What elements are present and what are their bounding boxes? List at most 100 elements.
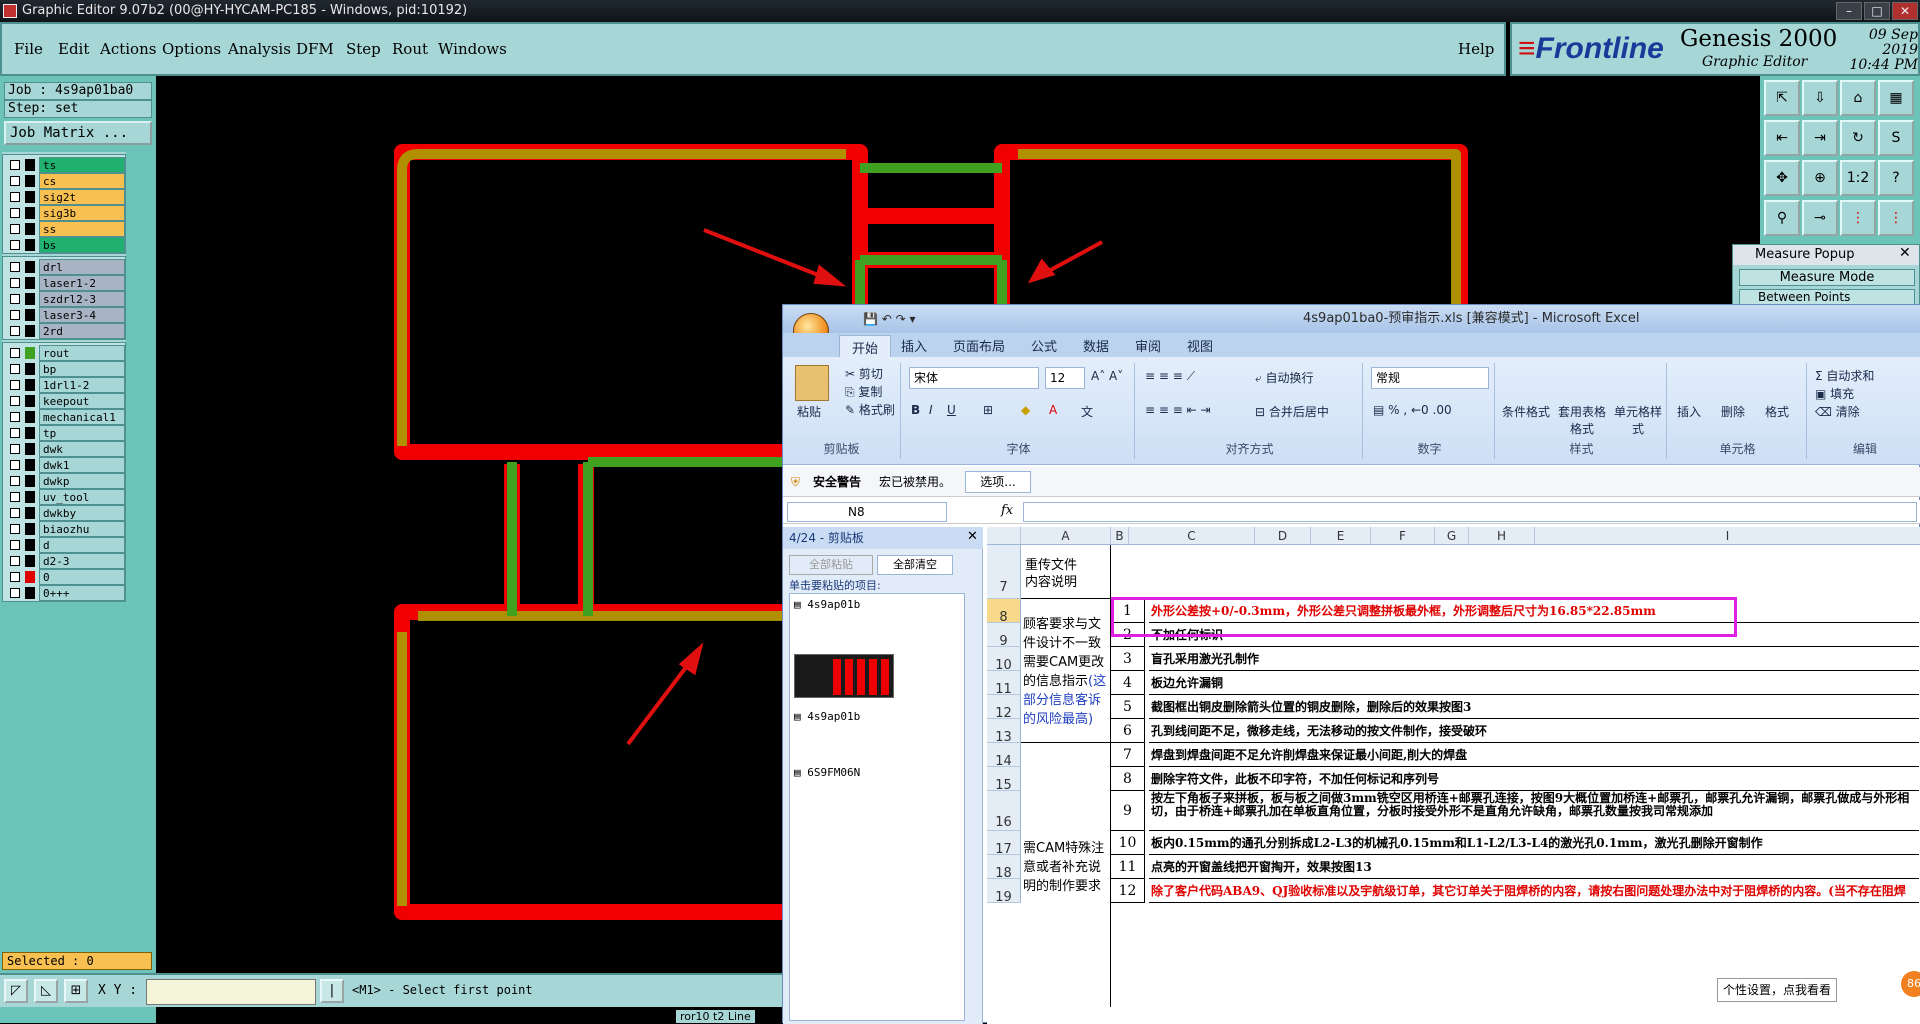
tab-insert[interactable]: 插入 — [901, 336, 927, 355]
layer-name[interactable]: dwkp — [39, 473, 125, 489]
security-options-button[interactable]: 选项... — [965, 471, 1031, 493]
clip-item-3[interactable]: ▤ 6S9FM06N — [794, 766, 860, 779]
row-header[interactable]: 11 — [987, 671, 1021, 697]
measure-option[interactable]: Between Points — [1739, 289, 1915, 305]
layer-name[interactable]: 1drl1-2 — [39, 377, 125, 393]
close-button[interactable]: ✕ — [1892, 2, 1918, 20]
row-header[interactable]: 18 — [987, 855, 1021, 881]
fill-button[interactable]: ▣ 填充 — [1815, 385, 1854, 402]
item-text[interactable]: 删除字符文件，此板不印字符，不加任何标记和序列号 — [1149, 767, 1919, 791]
layer-checkbox[interactable] — [10, 556, 20, 566]
layer-checkbox[interactable] — [10, 588, 20, 598]
layer-checkbox[interactable] — [10, 192, 20, 202]
row-header[interactable]: 7 — [987, 545, 1021, 599]
layer-name[interactable]: dwk — [39, 441, 125, 457]
layer-checkbox[interactable] — [10, 310, 20, 320]
menu-options[interactable]: Options — [162, 40, 221, 58]
item-text[interactable]: 截图框出铜皮删除箭头位置的铜皮删除，删除后的效果按图3 — [1149, 695, 1919, 719]
download-icon[interactable]: ⇩ — [1802, 80, 1838, 116]
merge-center-button[interactable]: ⊟ 合并后居中 — [1255, 403, 1329, 420]
layer-row[interactable]: rout — [7, 345, 125, 361]
layer-color-swatch[interactable] — [25, 459, 35, 471]
tab-review[interactable]: 审阅 — [1135, 336, 1161, 355]
notification-badge[interactable]: 86 — [1901, 971, 1920, 997]
underline-icon[interactable]: U — [947, 403, 956, 417]
cell-a13[interactable]: 需CAM特殊注意或者补充说明的制作要求 — [1021, 743, 1111, 1007]
menu-windows[interactable]: Windows — [438, 40, 507, 58]
item-text[interactable]: 板边允许漏铜 — [1149, 671, 1919, 695]
wrap-text-button[interactable]: ⤶ 自动换行 — [1255, 369, 1314, 386]
fit-icon[interactable]: ✥ — [1764, 160, 1800, 196]
layer-color-swatch[interactable] — [25, 411, 35, 423]
select-icon[interactable]: ◸ — [4, 979, 28, 1003]
row-header[interactable]: 17 — [987, 831, 1021, 857]
layer-color-swatch[interactable] — [25, 325, 35, 337]
column-header[interactable]: A — [1021, 527, 1111, 545]
font-color-icon[interactable]: A — [1049, 403, 1057, 417]
pan-right-icon[interactable]: ⇥ — [1802, 120, 1838, 156]
layer-checkbox[interactable] — [10, 224, 20, 234]
layer-row[interactable]: ts — [7, 157, 125, 173]
format-painter-button[interactable]: ✎ 格式刷 — [845, 401, 895, 418]
layer-color-swatch[interactable] — [25, 159, 35, 171]
fx-icon[interactable]: fx — [1001, 503, 1013, 518]
window-icon[interactable]: ▦ — [1878, 80, 1914, 116]
tab-page-layout[interactable]: 页面布局 — [953, 336, 1005, 355]
help-icon[interactable]: ? — [1878, 160, 1914, 196]
menu-file[interactable]: File — [14, 40, 43, 58]
center-icon[interactable]: ⊕ — [1802, 160, 1838, 196]
layer-color-swatch[interactable] — [25, 427, 35, 439]
layer-color-swatch[interactable] — [25, 261, 35, 273]
layer-name[interactable]: sig3b — [39, 205, 125, 221]
clip-item-1[interactable]: ▤ 4s9ap01b — [794, 598, 860, 611]
clip-item-image[interactable] — [794, 654, 894, 698]
item-number[interactable]: 9 — [1111, 791, 1145, 831]
maximize-button[interactable]: □ — [1864, 2, 1890, 20]
font-grow-icon[interactable]: A˄ A˅ — [1091, 369, 1123, 383]
fill-color-icon[interactable]: ◆ — [1021, 403, 1030, 417]
minimize-button[interactable]: – — [1836, 2, 1862, 20]
layer-name[interactable]: ss — [39, 221, 125, 237]
measure-icon[interactable]: ⚲ — [1764, 200, 1800, 236]
paste-button[interactable]: 粘贴 — [797, 403, 821, 420]
layer-checkbox[interactable] — [10, 294, 20, 304]
item-number[interactable]: 3 — [1111, 647, 1145, 671]
layer-name[interactable]: szdrl2-3 — [39, 291, 125, 307]
layer-checkbox[interactable] — [10, 444, 20, 454]
row-header[interactable]: 16 — [987, 791, 1021, 831]
layer-checkbox[interactable] — [10, 380, 20, 390]
delete-button[interactable]: 删除 — [1721, 403, 1745, 420]
layer-checkbox[interactable] — [10, 278, 20, 288]
conditional-format-button[interactable]: 条件格式 — [1501, 403, 1551, 420]
layer-name[interactable]: 0+++ — [39, 585, 125, 601]
xy-input[interactable] — [146, 979, 316, 1005]
layer-color-swatch[interactable] — [25, 523, 35, 535]
layer-name[interactable]: uv_tool — [39, 489, 125, 505]
layer-name[interactable]: biaozhu — [39, 521, 125, 537]
layer-color-swatch[interactable] — [25, 347, 35, 359]
column-header[interactable]: H — [1469, 527, 1535, 545]
layer-name[interactable]: dwk1 — [39, 457, 125, 473]
layer-name[interactable]: drl — [39, 259, 125, 275]
scale-icon[interactable]: 1:2 — [1840, 160, 1876, 196]
layer-color-swatch[interactable] — [25, 239, 35, 251]
personalize-tooltip[interactable]: 个性设置，点我看看 — [1717, 978, 1837, 1002]
cursor-icon[interactable]: | — [320, 979, 344, 1003]
layer-checkbox[interactable] — [10, 540, 20, 550]
layer-color-swatch[interactable] — [25, 379, 35, 391]
formula-input[interactable] — [1023, 502, 1917, 522]
align-left-icon[interactable]: ≡ ≡ ≡ ⇤ ⇥ — [1145, 403, 1211, 417]
layer-checkbox[interactable] — [10, 176, 20, 186]
layer-row[interactable]: keepout — [7, 393, 125, 409]
item-text[interactable]: 点亮的开窗盖线把开窗掏开，效果按图13 — [1149, 855, 1919, 879]
cut-button[interactable]: ✂ 剪切 — [845, 365, 883, 382]
cell-a8[interactable]: 顾客要求与文件设计不一致需要CAM更改的信息指示(这部分信息客诉的风险最高) — [1021, 599, 1111, 743]
layer-checkbox[interactable] — [10, 412, 20, 422]
item-number[interactable]: 8 — [1111, 767, 1145, 791]
layer-row[interactable]: dwkp — [7, 473, 125, 489]
item-number[interactable]: 5 — [1111, 695, 1145, 719]
layer-row[interactable]: dwkby — [7, 505, 125, 521]
layer-checkbox[interactable] — [10, 492, 20, 502]
select-all-corner[interactable] — [987, 527, 1021, 545]
layer-row[interactable]: dwk — [7, 441, 125, 457]
